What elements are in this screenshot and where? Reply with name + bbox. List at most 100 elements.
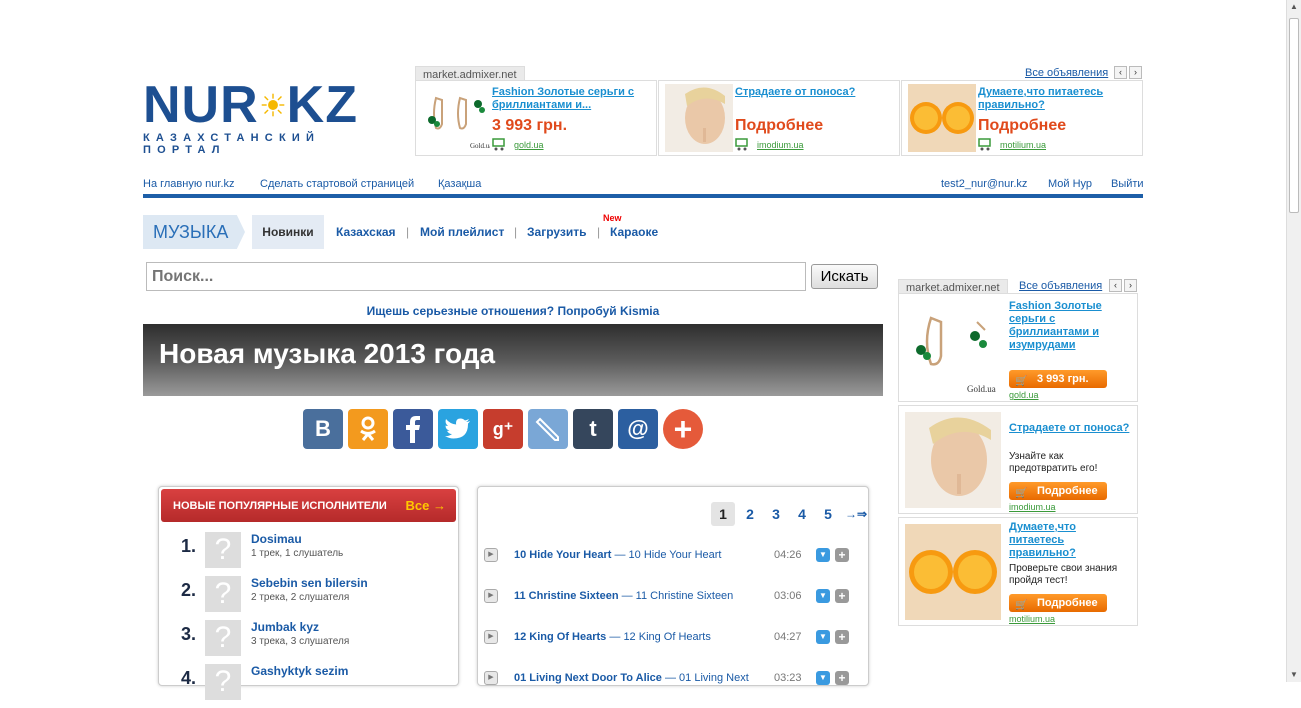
track-title[interactable]: 01 Living Next Door To Alice — 01 Living… xyxy=(514,672,754,684)
next-page-button[interactable]: →⇒ xyxy=(842,502,870,526)
vk-share-button[interactable]: В xyxy=(303,409,343,449)
page-1-button[interactable]: 1 xyxy=(711,502,735,526)
tab-new[interactable]: Новинки xyxy=(252,215,324,249)
page-banner: Новая музыка 2013 года xyxy=(143,324,883,396)
tab-upload[interactable]: Загрузить xyxy=(527,225,586,239)
ad-price-button[interactable]: 🛒 3 993 грн. xyxy=(1009,370,1107,388)
search-input[interactable] xyxy=(146,262,806,291)
ad-domain[interactable]: gold.ua xyxy=(1009,390,1039,400)
ad-title[interactable]: Fashion Золотые серьги с бриллиантами и.… xyxy=(492,86,652,112)
scroll-up-arrow-icon[interactable]: ▲ xyxy=(1289,2,1299,12)
ad-title[interactable]: Страдаете от поноса? xyxy=(1009,422,1131,435)
all-ads-link[interactable]: Все объявления xyxy=(1025,67,1108,79)
add-to-playlist-icon[interactable]: + xyxy=(835,671,849,685)
download-icon[interactable]: ▼ xyxy=(816,671,830,685)
ad-domain[interactable]: gold.ua xyxy=(514,140,544,150)
ad-title[interactable]: Думаете,что питаетесь правильно? xyxy=(1009,521,1131,560)
scroll-down-arrow-icon[interactable]: ▼ xyxy=(1289,670,1299,680)
scrollbar-thumb[interactable] xyxy=(1289,18,1299,213)
track-title[interactable]: 10 Hide Your Heart — 10 Hide Your Heart xyxy=(514,549,754,561)
page-4-button[interactable]: 4 xyxy=(790,502,814,526)
start-page-link[interactable]: Сделать стартовой страницей xyxy=(260,178,414,190)
side-ad-imodium[interactable]: Страдаете от поноса? Узнайте как предотв… xyxy=(898,405,1138,514)
woman-face-image xyxy=(905,412,1001,508)
ad-more[interactable]: Подробнее xyxy=(978,117,1066,135)
download-icon[interactable]: ▼ xyxy=(816,630,830,644)
user-email-link[interactable]: test2_nur@nur.kz xyxy=(941,178,1027,190)
play-icon[interactable]: ▶ xyxy=(484,671,498,685)
download-icon[interactable]: ▼ xyxy=(816,548,830,562)
top-ad-imodium[interactable]: Страдаете от поноса? Подробнее imodium.u… xyxy=(658,80,900,156)
top-ad-motilium[interactable]: Думаете,что питаетесь правильно? Подробн… xyxy=(901,80,1143,156)
ad-next-button[interactable]: › xyxy=(1124,279,1137,292)
artist-name[interactable]: Dosimau xyxy=(251,532,302,546)
home-link[interactable]: На главную nur.kz xyxy=(143,178,235,190)
artist-item[interactable]: 2. ? Sebebin sen bilersin 2 трека, 2 слу… xyxy=(159,576,459,620)
livejournal-share-button[interactable] xyxy=(528,409,568,449)
ad-domain[interactable]: motilium.ua xyxy=(1009,614,1055,624)
vk-icon: В xyxy=(315,416,331,441)
artist-item[interactable]: 4. ? Gashyktyk sezim xyxy=(159,664,459,708)
tab-my-playlist[interactable]: Мой плейлист xyxy=(420,225,504,239)
ad-title[interactable]: Думаете,что питаетесь правильно? xyxy=(978,86,1138,112)
tab-kazakh[interactable]: Казахская xyxy=(336,225,396,239)
side-ad-motilium[interactable]: Думаете,что питаетесь правильно? Проверь… xyxy=(898,517,1138,626)
add-to-playlist-icon[interactable]: + xyxy=(835,589,849,603)
side-ad-earrings[interactable]: Gold.ua Fashion Золотые серьги с бриллиа… xyxy=(898,293,1138,402)
artist-rank: 2. xyxy=(181,580,197,600)
top-ad-earrings[interactable]: Gold.ua Fashion Золотые серьги с бриллиа… xyxy=(415,80,657,156)
site-logo[interactable]: NUR KZ КАЗАХСТАНСКИЙ ПОРТАЛ xyxy=(143,79,358,156)
artist-name[interactable]: Jumbak kyz xyxy=(251,620,319,634)
kismia-promo-link[interactable]: Ищешь серьезные отношения? Попробуй Kism… xyxy=(143,304,883,318)
track-row: ▶ 12 King Of Hearts — 12 King Of Hearts … xyxy=(484,629,854,647)
googleplus-share-button[interactable]: g⁺ xyxy=(483,409,523,449)
ad-more-button[interactable]: 🛒 Подробнее xyxy=(1009,594,1107,612)
artist-name[interactable]: Gashyktyk sezim xyxy=(251,664,348,678)
add-to-playlist-icon[interactable]: + xyxy=(835,630,849,644)
add-to-playlist-icon[interactable]: + xyxy=(835,548,849,562)
track-duration: 04:27 xyxy=(774,631,802,643)
tab-karaoke[interactable]: Караоке xyxy=(610,225,658,239)
play-icon[interactable]: ▶ xyxy=(484,630,498,644)
mail-share-button[interactable]: @ xyxy=(618,409,658,449)
artist-placeholder-icon: ? xyxy=(205,576,241,612)
tumblr-share-button[interactable]: t xyxy=(573,409,613,449)
track-title[interactable]: 11 Christine Sixteen — 11 Christine Sixt… xyxy=(514,590,754,602)
odnoklassniki-share-button[interactable] xyxy=(348,409,388,449)
ad-domain[interactable]: imodium.ua xyxy=(757,140,804,150)
twitter-share-button[interactable] xyxy=(438,409,478,449)
more-share-button[interactable]: + xyxy=(663,409,703,449)
vertical-scrollbar[interactable]: ▲ ▼ xyxy=(1286,0,1301,682)
download-icon[interactable]: ▼ xyxy=(816,589,830,603)
logout-link[interactable]: Выйти xyxy=(1111,178,1144,190)
popular-artists-panel: НОВЫЕ ПОПУЛЯРНЫЕ ИСПОЛНИТЕЛИ Все → 1. ? … xyxy=(158,486,459,700)
facebook-share-button[interactable] xyxy=(393,409,433,449)
ad-title[interactable]: Страдаете от поноса? xyxy=(735,86,895,99)
ad-prev-button[interactable]: ‹ xyxy=(1114,66,1127,79)
ad-domain[interactable]: imodium.ua xyxy=(1009,502,1056,512)
page-3-button[interactable]: 3 xyxy=(764,502,788,526)
artist-item[interactable]: 3. ? Jumbak kyz 3 трека, 3 слушателя xyxy=(159,620,459,664)
track-title[interactable]: 12 King Of Hearts — 12 King Of Hearts xyxy=(514,631,754,643)
play-icon[interactable]: ▶ xyxy=(484,548,498,562)
play-icon[interactable]: ▶ xyxy=(484,589,498,603)
all-ads-link[interactable]: Все объявления xyxy=(1019,280,1102,292)
music-section-label[interactable]: МУЗЫКА xyxy=(143,215,245,249)
artist-placeholder-icon: ? xyxy=(205,664,241,700)
my-nur-link[interactable]: Мой Нур xyxy=(1048,178,1092,190)
ad-title[interactable]: Fashion Золотые серьги с бриллиантами и … xyxy=(1009,300,1131,352)
new-badge: New xyxy=(603,213,622,223)
kazakh-lang-link[interactable]: Қазақша xyxy=(438,178,481,190)
ad-more[interactable]: Подробнее xyxy=(735,117,823,135)
ad-prev-button[interactable]: ‹ xyxy=(1109,279,1122,292)
ad-domain[interactable]: motilium.ua xyxy=(1000,140,1046,150)
ad-next-button[interactable]: › xyxy=(1129,66,1142,79)
cart-icon xyxy=(492,138,505,151)
page-5-button[interactable]: 5 xyxy=(816,502,840,526)
search-button[interactable]: Искать xyxy=(811,264,878,289)
artist-item[interactable]: 1. ? Dosimau 1 трек, 1 слушатель xyxy=(159,532,459,576)
page-2-button[interactable]: 2 xyxy=(738,502,762,526)
ad-more-button[interactable]: 🛒 Подробнее xyxy=(1009,482,1107,500)
artist-name[interactable]: Sebebin sen bilersin xyxy=(251,576,368,590)
all-artists-link[interactable]: Все → xyxy=(406,498,446,513)
